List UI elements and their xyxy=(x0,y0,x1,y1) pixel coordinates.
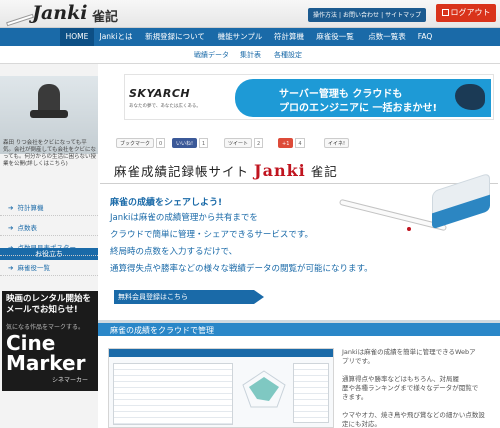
lead-heading: 麻雀の成績をシェアしよう! xyxy=(110,198,223,208)
share-iine[interactable]: イイネ! xyxy=(324,138,350,148)
bookmark-count: 0 xyxy=(156,138,166,148)
nav-item-registration[interactable]: 新規登録について xyxy=(140,28,210,46)
divider: | xyxy=(339,12,342,19)
site-header: Janki 雀記 操作方法 | お問い合わせ | サイトマップ ログアウト xyxy=(0,0,500,28)
nav-item-score-table[interactable]: 点数一覧表 xyxy=(362,28,412,46)
tenbou-stick-icon xyxy=(6,13,34,27)
arrow-right-icon: ➔ xyxy=(8,244,14,252)
like-count: 1 xyxy=(199,138,209,148)
body-text-line: 通算得点や勝率などはもちろん、対局履 xyxy=(342,375,459,383)
sidebar: 森田 りつ会社をクビになっても平気。会社が倒産しても会社をクビになっても。何分か… xyxy=(0,64,98,428)
arrow-right-icon: ➔ xyxy=(8,204,14,212)
gplus-count: 4 xyxy=(295,138,305,148)
tweet-count: 2 xyxy=(254,138,264,148)
ad-banner[interactable]: SKYARCH あなたの夢で、あなたは広くある。 サーバー管理も クラウドも プ… xyxy=(124,74,494,120)
nav-item-about[interactable]: Jankiとは xyxy=(94,28,138,46)
subnav-item-records[interactable]: 戦績データ xyxy=(194,50,229,60)
nav-item-home[interactable]: HOME xyxy=(60,28,94,46)
body-text-line: プリです。 xyxy=(342,357,374,365)
banner-line2: メールでお知らせ! xyxy=(6,305,78,315)
sub-nav: 戦績データ 集計表 各種設定 xyxy=(0,46,500,64)
page: Janki 雀記 操作方法 | お問い合わせ | サイトマップ ログアウト HOME J… xyxy=(0,0,500,428)
mahjong-tile-image xyxy=(428,172,492,234)
laptop-figure xyxy=(30,110,68,118)
logo-text: Janki xyxy=(32,2,88,24)
sidebar-link-yaku-list[interactable]: ➔ 麻雀役一覧 xyxy=(0,260,98,276)
body-text-line: 歴や各種ランキングまで様々なデータが閲覧で xyxy=(342,384,479,392)
logout-icon xyxy=(441,9,449,16)
cinemarker-banner[interactable]: 映画のレンタル開始を メールでお知らせ! 気になる作品をマークする。 Cine … xyxy=(2,291,98,391)
subnav-item-summary[interactable]: 集計表 xyxy=(240,50,261,60)
bookmark-button[interactable]: ブックマーク xyxy=(116,138,155,148)
title-brand: Janki xyxy=(254,161,306,180)
page-title: 麻雀成績記録帳サイト Janki 雀記 xyxy=(114,161,338,180)
iine-button[interactable]: イイネ! xyxy=(324,138,350,148)
bird-icon xyxy=(455,84,485,110)
subnav-item-settings[interactable]: 各種設定 xyxy=(274,50,302,60)
description-line: 終局時の点数を入力するだけで、 xyxy=(110,247,238,257)
share-facebook[interactable]: いいね! 1 xyxy=(172,138,209,148)
description-line: 通算得失点や勝率などの様々な戦績データの閲覧が可能になります。 xyxy=(110,264,373,274)
sidebar-link-label: 点数表 xyxy=(17,224,37,232)
main-nav: HOME Jankiとは 新規登録について 機能サンプル 符計算機 麻雀役一覧 … xyxy=(0,28,500,46)
utility-links: 操作方法 | お問い合わせ | サイトマップ xyxy=(308,8,427,22)
util-link-howto[interactable]: 操作方法 xyxy=(313,12,337,19)
screenshot-ranking xyxy=(293,363,329,423)
banner-line3: 気になる作品をマークする。 xyxy=(6,324,85,331)
share-gplus[interactable]: +1 4 xyxy=(278,138,305,148)
tenbou-dot xyxy=(407,227,411,231)
ad-brand-sub: あなたの夢で、あなたは広くある。 xyxy=(129,104,201,109)
util-link-sitemap[interactable]: サイトマップ xyxy=(385,12,421,19)
main-content: SKYARCH あなたの夢で、あなたは広くある。 サーバー管理も クラウドも プ… xyxy=(98,64,500,428)
arrow-right-icon: ➔ xyxy=(8,224,14,232)
nav-item-faq[interactable]: FAQ xyxy=(412,28,438,46)
ad-line1: サーバー管理も クラウドも xyxy=(279,89,403,100)
description-line: クラウドで簡単に管理・シェアできるサービスです。 xyxy=(110,230,313,240)
body-text-line: きます。 xyxy=(342,393,368,401)
body-text-line: ウマやオカ、焼き鳥や飛び賞などの細かい点数設 xyxy=(342,411,485,419)
logout-label: ログアウト xyxy=(450,8,491,17)
description-line: Jankiは麻雀の成績管理から共有までを xyxy=(110,213,258,223)
title-pre: 麻雀成績記録帳サイト xyxy=(114,164,250,179)
section-heading: 麻雀の成績をクラウドで管理 xyxy=(98,320,500,336)
body-text-line: 定にも対応。 xyxy=(342,420,381,428)
sidebar-link-label: 符計算機 xyxy=(17,204,44,212)
register-button[interactable]: 無料会員登録はこちら xyxy=(114,290,264,304)
ad-line2: プロのエンジニアに 一括おまかせ! xyxy=(279,103,438,114)
banner-brand-line1: Cine xyxy=(6,331,56,355)
nav-item-fu-calculator[interactable]: 符計算機 xyxy=(270,28,308,46)
nav-item-samples[interactable]: 機能サンプル xyxy=(212,28,268,46)
banner-line1: 映画のレンタル開始を xyxy=(6,294,92,304)
photo-caption[interactable]: 森田 りつ会社をクビになっても平気。会社が倒産しても会社をクビになっても。何分か… xyxy=(3,140,97,168)
tweet-button[interactable]: ツイート xyxy=(224,138,253,148)
sidebar-link-fu-calculator[interactable]: ➔ 符計算機 xyxy=(0,200,98,216)
ad-brand: SKYARCH xyxy=(129,87,191,100)
banner-brand-sub: シネマーカー xyxy=(52,377,89,384)
banner-brand-line2: Marker xyxy=(6,351,86,375)
divider: | xyxy=(381,12,384,19)
arrow-right-icon: ➔ xyxy=(8,264,14,272)
logo-kanji: 雀記 xyxy=(92,10,119,25)
logout-button[interactable]: ログアウト xyxy=(436,4,496,22)
gplus-button[interactable]: +1 xyxy=(278,138,294,148)
app-screenshot xyxy=(108,348,334,428)
facebook-like-button[interactable]: いいね! xyxy=(172,138,198,148)
screenshot-header xyxy=(109,349,333,357)
title-post: 雀記 xyxy=(310,164,338,179)
ad-message-panel: サーバー管理も クラウドも プロのエンジニアに 一括おまかせ! xyxy=(235,79,491,117)
sidebar-link-poster[interactable]: ➔ 点数早見表ポスター xyxy=(0,240,98,256)
screenshot-table xyxy=(113,363,233,425)
body-text-line: Jankiは麻雀の成績を簡単に管理できるWebア xyxy=(342,348,476,356)
sidebar-link-label: 点数早見表ポスター xyxy=(17,244,76,252)
site-logo[interactable]: Janki 雀記 xyxy=(6,2,126,27)
share-twitter[interactable]: ツイート 2 xyxy=(224,138,264,148)
screenshot-radar-chart xyxy=(242,370,286,408)
nav-item-yaku-list[interactable]: 麻雀役一覧 xyxy=(310,28,360,46)
sidebar-link-label: 麻雀役一覧 xyxy=(17,264,50,272)
util-link-contact[interactable]: お問い合わせ xyxy=(343,12,379,19)
share-bookmark[interactable]: ブックマーク 0 xyxy=(116,138,166,148)
sidebar-link-score-table[interactable]: ➔ 点数表 xyxy=(0,220,98,236)
